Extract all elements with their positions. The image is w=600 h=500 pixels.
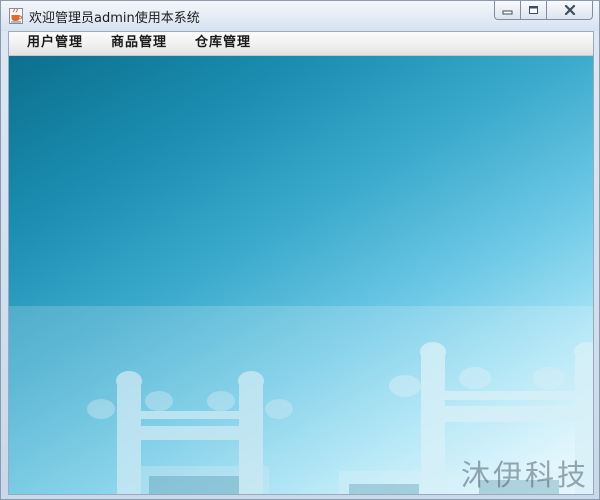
close-icon [564, 5, 575, 15]
window-title: 欢迎管理员admin使用本系统 [29, 11, 200, 26]
gate-silhouette-illustration [9, 306, 593, 494]
minimize-button[interactable] [494, 1, 521, 20]
java-coffee-icon [9, 8, 23, 24]
menu-warehouse-management[interactable]: 仓库管理 [195, 34, 251, 52]
main-content: 用户管理 商品管理 仓库管理 沐伊科技 [8, 31, 594, 495]
window-controls [494, 1, 593, 21]
app-window: 欢迎管理员admin使用本系统 用户管理 商品管理 仓库管理 沐伊科技 [0, 0, 600, 500]
maximize-button[interactable] [521, 1, 547, 20]
minimize-icon [502, 10, 513, 14]
watermark-text: 沐伊科技 [460, 458, 589, 492]
menu-user-management[interactable]: 用户管理 [27, 34, 83, 52]
background-image: 沐伊科技 [9, 56, 593, 494]
maximize-icon [529, 6, 538, 14]
close-button[interactable] [547, 1, 593, 20]
menu-bar: 用户管理 商品管理 仓库管理 [9, 32, 593, 56]
menu-product-management[interactable]: 商品管理 [111, 34, 167, 52]
title-bar[interactable]: 欢迎管理员admin使用本系统 [1, 1, 599, 31]
